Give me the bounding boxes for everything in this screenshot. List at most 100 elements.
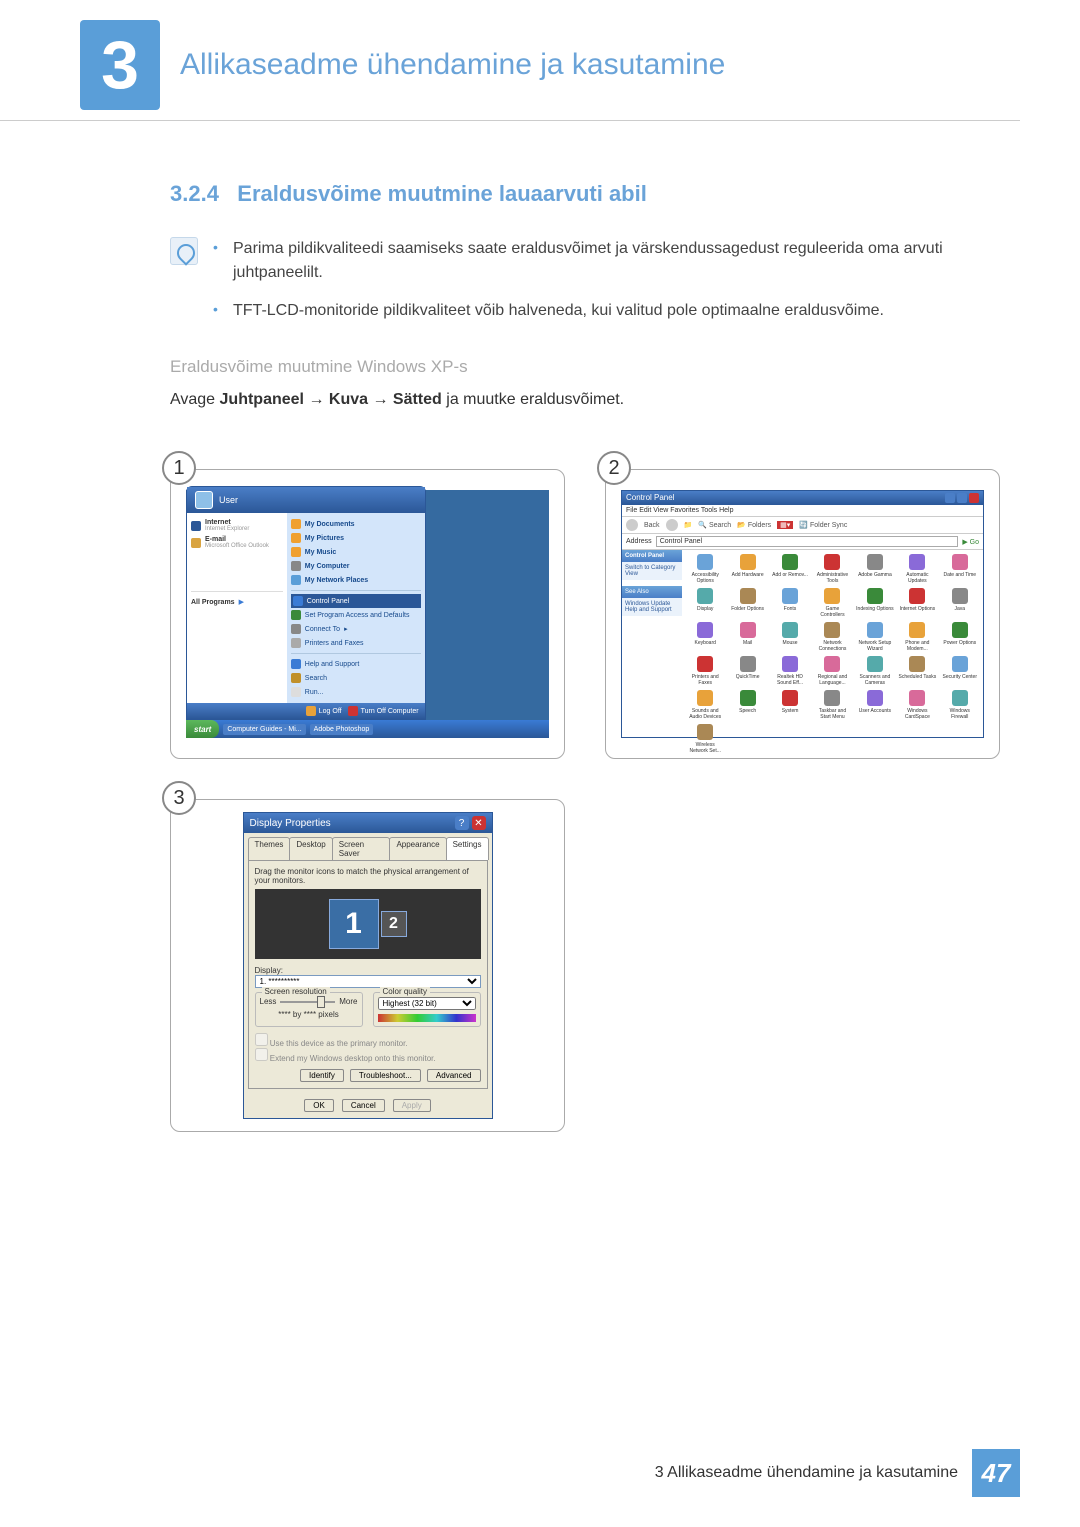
resolution-slider[interactable]: Less More bbox=[260, 997, 358, 1006]
taskbar-item[interactable]: Computer Guides - Mi... bbox=[223, 724, 305, 735]
primary-monitor-checkbox[interactable]: Use this device as the primary monitor. bbox=[255, 1033, 481, 1048]
cp-icon-item[interactable]: Realtek HD Sound Eff... bbox=[771, 656, 809, 686]
cp-icon-item[interactable]: Network Setup Wizard bbox=[856, 622, 894, 652]
sidebar-header: Control Panel bbox=[622, 550, 682, 562]
start-button[interactable]: start bbox=[186, 720, 219, 738]
foldersync-button[interactable]: 🔄 Folder Sync bbox=[799, 521, 847, 529]
menu-item-printers[interactable]: Printers and Faxes bbox=[291, 636, 421, 650]
up-icon[interactable]: 📁 bbox=[684, 521, 693, 529]
sidebar-seealso-header: See Also bbox=[622, 586, 682, 598]
cp-icon-item[interactable]: Windows Firewall bbox=[941, 690, 979, 720]
color-quality-select[interactable]: Highest (32 bit) bbox=[378, 997, 476, 1010]
cp-icon-item[interactable]: Network Connections bbox=[813, 622, 851, 652]
cp-icon-item[interactable]: Scheduled Tasks bbox=[898, 656, 936, 686]
cp-icon-item[interactable]: Security Center bbox=[941, 656, 979, 686]
slider-thumb[interactable] bbox=[317, 996, 325, 1008]
cp-icon-item[interactable]: Add Hardware bbox=[728, 554, 766, 584]
advanced-button[interactable]: Advanced bbox=[427, 1069, 481, 1082]
cp-icon-item[interactable]: Adobe Gamma bbox=[856, 554, 894, 584]
cp-icon-item[interactable]: Add or Remov... bbox=[771, 554, 809, 584]
sidebar-switch-view[interactable]: Switch to Category View bbox=[625, 565, 675, 577]
cp-icon-item[interactable]: Game Controllers bbox=[813, 588, 851, 618]
minimize-icon[interactable] bbox=[945, 493, 955, 503]
maximize-icon[interactable] bbox=[957, 493, 967, 503]
cp-icon-item[interactable]: Speech bbox=[728, 690, 766, 720]
menu-item-network[interactable]: My Network Places bbox=[291, 573, 421, 587]
menu-item-all-programs[interactable]: All Programs ▶ bbox=[191, 596, 283, 608]
cp-icon-item[interactable]: Automatic Updates bbox=[898, 554, 936, 584]
cp-item-label: Mail bbox=[743, 640, 752, 646]
cp-icon-item[interactable]: Phone and Modem... bbox=[898, 622, 936, 652]
user-label: User bbox=[219, 495, 238, 505]
cp-icon-item[interactable]: Accessibility Options bbox=[686, 554, 724, 584]
cp-icon-item[interactable]: Wireless Network Set... bbox=[686, 724, 724, 754]
cp-icon-item[interactable]: Keyboard bbox=[686, 622, 724, 652]
cp-icon-item[interactable]: QuickTime bbox=[728, 656, 766, 686]
cp-icon-item[interactable]: Date and Time bbox=[941, 554, 979, 584]
ok-button[interactable]: OK bbox=[304, 1099, 334, 1112]
go-button[interactable]: ▶ Go bbox=[962, 538, 979, 546]
menu-item-computer[interactable]: My Computer bbox=[291, 559, 421, 573]
tab-desktop[interactable]: Desktop bbox=[289, 837, 332, 860]
menu-item-connect[interactable]: Connect To ▸ bbox=[291, 622, 421, 636]
troubleshoot-button[interactable]: Troubleshoot... bbox=[350, 1069, 421, 1082]
tab-settings[interactable]: Settings bbox=[446, 837, 489, 860]
menu-item-control-panel[interactable]: Control Panel bbox=[291, 594, 421, 608]
menu-item-music[interactable]: My Music bbox=[291, 545, 421, 559]
cp-icon-item[interactable]: User Accounts bbox=[856, 690, 894, 720]
cp-icon-item[interactable]: Fonts bbox=[771, 588, 809, 618]
turnoff-button[interactable]: Turn Off Computer bbox=[348, 706, 419, 716]
menu-item-pictures[interactable]: My Pictures bbox=[291, 531, 421, 545]
menubar[interactable]: File Edit View Favorites Tools Help bbox=[622, 505, 983, 517]
arrow-icon: → bbox=[368, 391, 393, 408]
cp-item-label: User Accounts bbox=[859, 708, 891, 714]
cp-icon-item[interactable]: Administrative Tools bbox=[813, 554, 851, 584]
cp-icon-item[interactable]: Folder Options bbox=[728, 588, 766, 618]
cp-icon-item[interactable]: Internet Options bbox=[898, 588, 936, 618]
menu-item-internet[interactable]: InternetInternet Explorer bbox=[191, 517, 283, 534]
help-icon[interactable]: ? bbox=[455, 816, 469, 830]
start-menu-header: User bbox=[187, 487, 425, 513]
cp-icon-item[interactable]: Power Options bbox=[941, 622, 979, 652]
menu-item-email[interactable]: E-mailMicrosoft Office Outlook bbox=[191, 534, 283, 551]
cp-icon-item[interactable]: System bbox=[771, 690, 809, 720]
menu-item-documents[interactable]: My Documents bbox=[291, 517, 421, 531]
close-icon[interactable]: ✕ bbox=[472, 816, 486, 830]
identify-button[interactable]: Identify bbox=[300, 1069, 344, 1082]
cp-icon-item[interactable]: Windows CardSpace bbox=[898, 690, 936, 720]
cp-icon-item[interactable]: Display bbox=[686, 588, 724, 618]
sidebar-help-support[interactable]: Help and Support bbox=[625, 607, 679, 613]
apply-button[interactable]: Apply bbox=[393, 1099, 431, 1112]
views-button[interactable]: ▦▾ bbox=[777, 521, 793, 529]
cp-icon-item[interactable]: Mouse bbox=[771, 622, 809, 652]
back-button[interactable] bbox=[626, 519, 638, 531]
menu-item-search[interactable]: Search bbox=[291, 671, 421, 685]
forward-button[interactable] bbox=[666, 519, 678, 531]
close-icon[interactable] bbox=[969, 493, 979, 503]
tab-appearance[interactable]: Appearance bbox=[389, 837, 446, 860]
monitor-1-icon[interactable]: 1 bbox=[329, 899, 379, 949]
folders-button[interactable]: 📂 Folders bbox=[737, 521, 771, 529]
search-button[interactable]: 🔍 Search bbox=[698, 521, 731, 529]
menu-item-set-program[interactable]: Set Program Access and Defaults bbox=[291, 608, 421, 622]
monitor-arrangement[interactable]: 1 2 bbox=[255, 889, 481, 959]
cp-icon-item[interactable]: Scanners and Cameras bbox=[856, 656, 894, 686]
tab-themes[interactable]: Themes bbox=[248, 837, 291, 860]
cp-icon-item[interactable]: Taskbar and Start Menu bbox=[813, 690, 851, 720]
menu-item-help[interactable]: Help and Support bbox=[291, 657, 421, 671]
extend-desktop-checkbox[interactable]: Extend my Windows desktop onto this moni… bbox=[255, 1048, 481, 1063]
menu-item-run[interactable]: Run... bbox=[291, 685, 421, 699]
cp-icon-item[interactable]: Printers and Faxes bbox=[686, 656, 724, 686]
cp-icon-item[interactable]: Mail bbox=[728, 622, 766, 652]
label: My Documents bbox=[305, 521, 355, 528]
cancel-button[interactable]: Cancel bbox=[342, 1099, 385, 1112]
tab-screen-saver[interactable]: Screen Saver bbox=[332, 837, 391, 860]
cp-icon-item[interactable]: Java bbox=[941, 588, 979, 618]
taskbar-item[interactable]: Adobe Photoshop bbox=[310, 724, 374, 735]
logoff-button[interactable]: Log Off bbox=[306, 706, 342, 716]
cp-icon-item[interactable]: Sounds and Audio Devices bbox=[686, 690, 724, 720]
address-input[interactable]: Control Panel bbox=[656, 536, 959, 547]
cp-icon-item[interactable]: Indexing Options bbox=[856, 588, 894, 618]
cp-icon-item[interactable]: Regional and Language... bbox=[813, 656, 851, 686]
monitor-2-icon[interactable]: 2 bbox=[381, 911, 407, 937]
